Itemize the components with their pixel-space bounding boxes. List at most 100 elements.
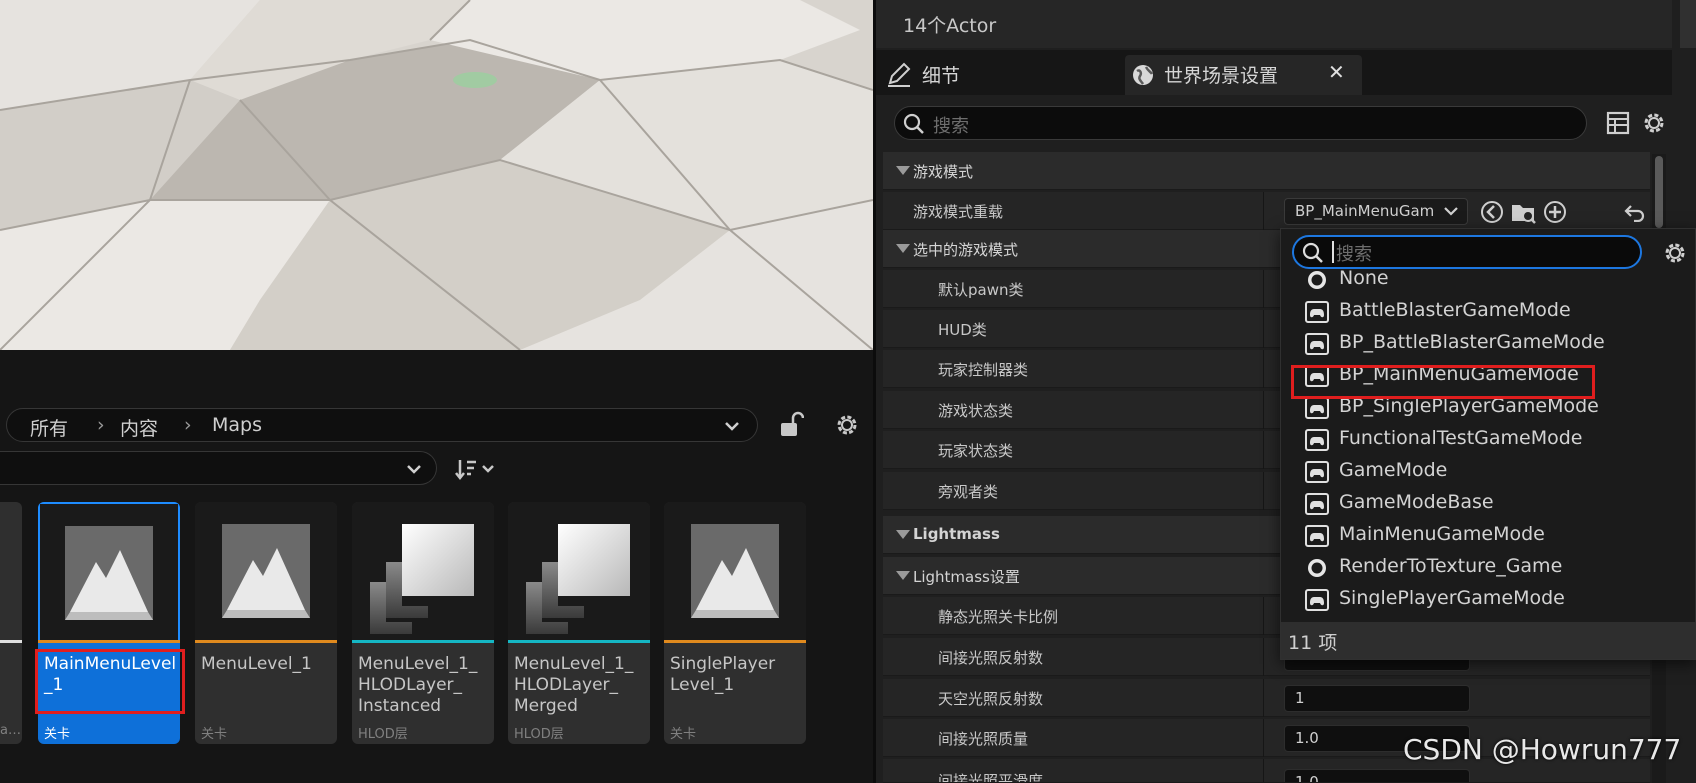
outliner-footer: 14个Actor [876,0,1672,48]
asset-tile-menulevel-1[interactable]: MenuLevel_1 关卡 [195,502,337,744]
gamepad-icon [1305,397,1329,419]
actor-count: 14个Actor [903,15,997,37]
table-view-icon[interactable] [1606,111,1630,135]
hlod-thumbnail [508,502,650,640]
option-label: FunctionalTestGameMode [1339,427,1583,449]
add-plus-icon[interactable] [1543,200,1567,224]
asset-type-color-bar [508,640,650,643]
use-selected-arrow-icon[interactable] [1480,200,1504,224]
breadcrumb-all[interactable]: 所有 [30,414,68,441]
column-splitter[interactable] [1263,597,1264,635]
reset-to-default-icon[interactable] [1624,202,1646,222]
property-label: 静态光照关卡比例 [938,608,1059,626]
chevron-down-icon[interactable] [723,419,741,433]
property-label: 间接光照质量 [938,730,1029,748]
search-placeholder: 搜索 [1336,244,1372,265]
picker-option[interactable]: GameMode [1305,457,1675,487]
category-label: 游戏模式 [913,163,974,181]
panel-splitter[interactable] [873,0,876,783]
close-icon[interactable]: ✕ [1328,60,1345,84]
chevron-down-icon[interactable] [405,463,423,477]
viewport-floor-render [0,0,873,350]
picker-option[interactable]: FunctionalTestGameMode [1305,425,1675,455]
settings-gear-icon[interactable] [1662,240,1688,266]
column-splitter[interactable] [1263,310,1264,348]
expand-arrow-icon[interactable] [896,166,910,175]
tab-world-settings[interactable]: 世界场景设置 ✕ [1125,55,1362,95]
column-splitter[interactable] [1263,472,1264,510]
game-mode-picker-popup: 搜索 None BattleBlasterGameMode BP_BattleBla… [1280,228,1696,660]
asset-tile-menulevel-1-hlodlayer-merged[interactable]: MenuLevel_1_ HLODLayer_ Merged HLOD层 [508,502,650,744]
column-splitter[interactable] [1263,679,1264,717]
picker-footer: 11 项 [1281,622,1695,659]
property-row-skylight-bounces: 天空光照反射数 1 [883,679,1650,717]
browse-folder-icon[interactable] [1510,199,1538,225]
none-circle-icon [1308,559,1326,577]
column-splitter[interactable] [1263,192,1264,230]
unlock-icon[interactable] [778,411,804,439]
picker-option[interactable]: MainMenuGameMode [1305,521,1675,551]
level-map-icon [65,526,153,620]
level-viewport[interactable] [0,0,873,350]
outliner-scrollbar[interactable] [1680,0,1696,48]
category-game-mode[interactable]: 游戏模式 [883,152,1650,190]
option-label: None [1339,267,1389,289]
picker-option[interactable]: SinglePlayerGameMode [1305,585,1675,615]
picker-option[interactable]: RenderToTexture_Game [1305,553,1675,583]
picker-option[interactable]: None [1305,265,1675,295]
breadcrumb-chevron-icon: › [97,414,105,436]
gamepad-icon [1305,333,1329,355]
option-label: BattleBlasterGameMode [1339,299,1571,321]
column-splitter[interactable] [1263,719,1264,757]
combo-value: BP_MainMenuGam [1295,202,1435,220]
picker-search-input[interactable]: 搜索 [1292,235,1642,269]
settings-gear-icon[interactable] [1641,110,1667,136]
column-splitter[interactable] [1263,391,1264,429]
details-search-input[interactable]: 搜索 [894,106,1587,140]
expand-arrow-icon[interactable] [896,530,910,539]
asset-type-label: 关卡 [44,727,71,742]
column-splitter[interactable] [1263,431,1264,469]
option-label: RenderToTexture_Game [1339,555,1563,577]
category-label: Lightmass [913,525,1000,543]
asset-type-color-bar [195,640,337,643]
asset-tile-partial[interactable]: a… [0,502,22,744]
scrollbar-thumb[interactable] [1655,156,1663,228]
asset-type-color-bar [38,640,180,643]
hlod-thumbnail [352,502,494,640]
picker-option[interactable]: GameModeBase [1305,489,1675,519]
option-label: GameMode [1339,459,1448,481]
column-splitter[interactable] [1263,270,1264,308]
gamepad-icon [1305,493,1329,515]
breadcrumb-maps[interactable]: Maps [212,414,262,436]
breadcrumb-content[interactable]: 内容 [120,414,158,441]
tab-details[interactable]: 细节 [884,55,1114,95]
expand-arrow-icon[interactable] [896,571,910,580]
asset-type-label: 关卡 [201,727,228,742]
level-thumbnail [38,502,180,640]
option-label: SinglePlayerGameMode [1339,587,1565,609]
expand-arrow-icon[interactable] [896,244,910,253]
sort-icon[interactable] [454,457,500,481]
watermark: CSDN @Howrun777 [1403,733,1682,766]
picker-option[interactable]: BP_BattleBlasterGameMode [1305,329,1675,359]
selected-asset-highlight-box [35,649,185,714]
asset-tile-singleplayerlevel-1[interactable]: SinglePlayer Level_1 关卡 [664,502,806,744]
game-mode-combo[interactable]: BP_MainMenuGam [1284,198,1468,225]
level-map-icon [222,524,310,618]
path-breadcrumb-bar[interactable]: 所有 › 内容 › Maps [6,408,758,442]
column-splitter[interactable] [1263,350,1264,388]
settings-gear-icon[interactable] [834,412,860,438]
picker-option[interactable]: BattleBlasterGameMode [1305,297,1675,327]
skylight-bounces-input[interactable]: 1 [1284,685,1470,712]
gamepad-icon [1305,589,1329,611]
indirect-smoothness-input[interactable]: 1.0 [1284,769,1470,782]
property-label: 默认pawn类 [938,281,1024,299]
tab-label: 细节 [922,65,961,87]
column-splitter[interactable] [1263,638,1264,676]
asset-filter-input[interactable] [0,451,437,485]
column-splitter[interactable] [1263,759,1264,782]
asset-tile-menulevel-1-hlodlayer-instanced[interactable]: MenuLevel_1_ HLODLayer_ Instanced HLOD层 [352,502,494,744]
chevron-down-icon [1444,207,1458,216]
option-label: MainMenuGameMode [1339,523,1545,545]
